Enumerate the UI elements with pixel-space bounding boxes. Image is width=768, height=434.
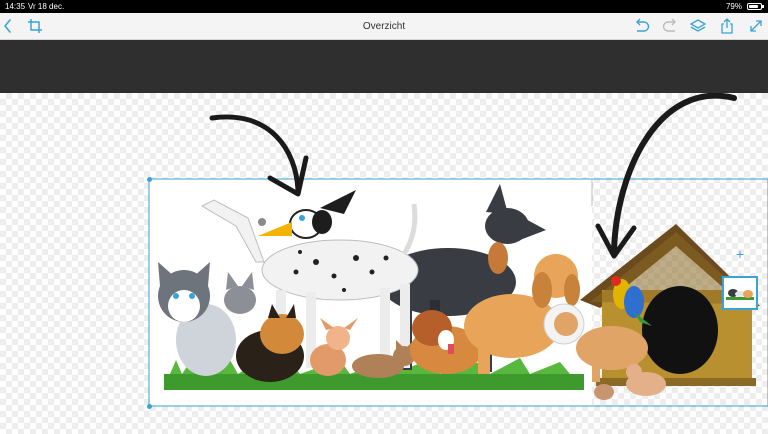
add-layer-button[interactable]: +	[732, 246, 748, 262]
back-icon	[4, 19, 11, 33]
status-time: 14:35	[5, 2, 26, 11]
resize-handle-top-left[interactable]	[146, 176, 152, 182]
crop-button[interactable]	[25, 16, 45, 36]
redo-icon	[662, 18, 676, 32]
layers-icon	[689, 19, 707, 32]
top-toolbar: Overzicht	[0, 13, 768, 40]
dark-band	[0, 40, 768, 93]
page-title: Overzicht	[362, 21, 406, 32]
status-date: Vr 18 dec.	[28, 2, 65, 11]
share-icon	[721, 18, 733, 34]
status-bar: 14:35 Vr 18 dec. 79%	[0, 0, 768, 13]
layer-thumbnail[interactable]	[722, 276, 758, 310]
redo-button[interactable]	[660, 16, 680, 36]
resize-handle-bottom-left[interactable]	[146, 403, 152, 409]
back-button[interactable]	[0, 16, 20, 36]
battery-icon	[747, 3, 764, 10]
battery-percent: 79%	[725, 2, 742, 11]
artwork-layer	[148, 93, 768, 407]
expand-button[interactable]	[746, 16, 766, 36]
expand-icon	[750, 20, 762, 32]
layers-button[interactable]	[688, 16, 708, 36]
layer-thumbnail-preview	[724, 278, 756, 308]
crop-icon	[28, 19, 42, 33]
share-button[interactable]	[717, 16, 737, 36]
undo-button[interactable]	[632, 16, 652, 36]
undo-icon	[636, 18, 650, 32]
battery-fill	[749, 5, 758, 8]
